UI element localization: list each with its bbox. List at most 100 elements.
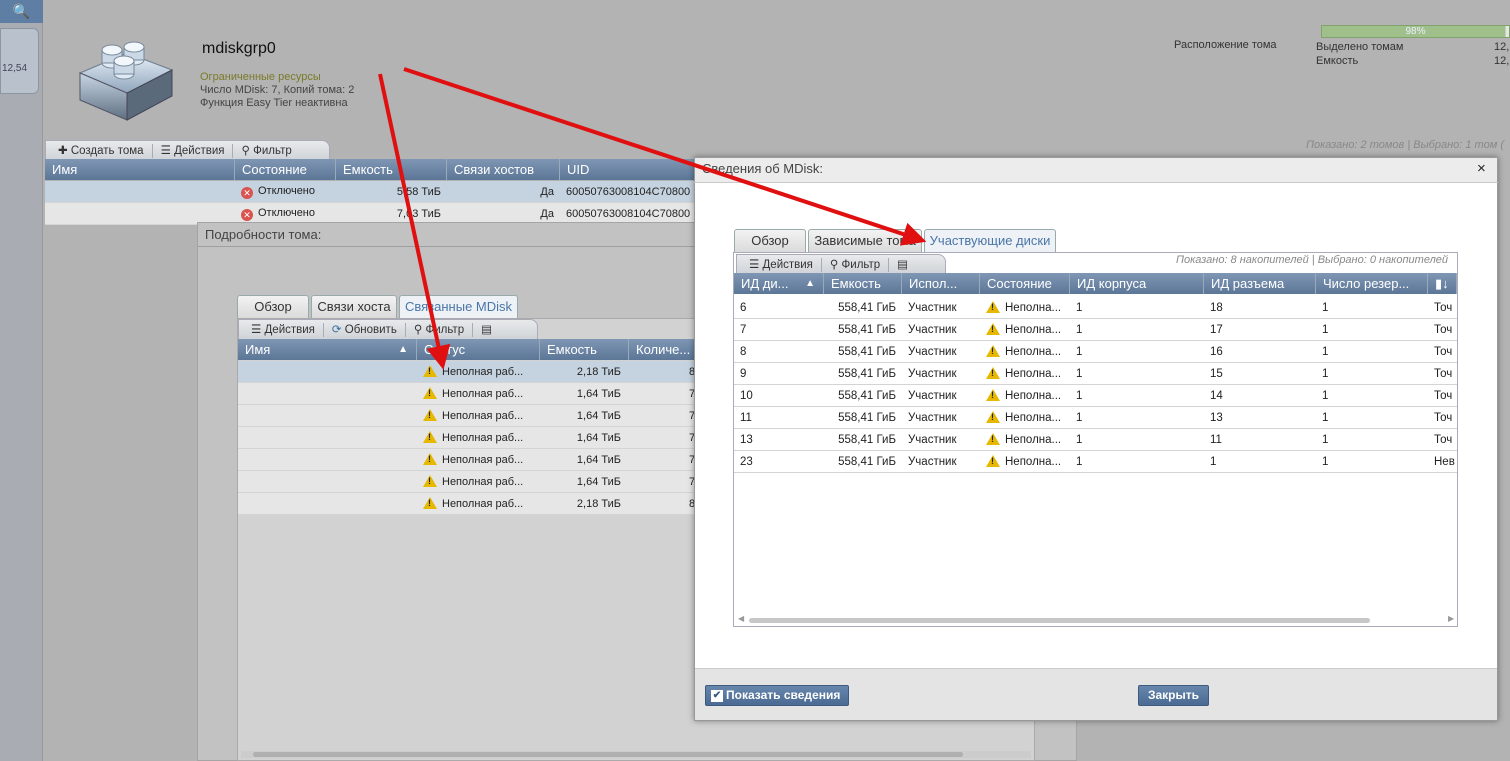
mdisk-status: Неполная раб...: [417, 497, 540, 510]
col-name[interactable]: Имя ▲: [238, 339, 417, 360]
warning-icon: [423, 409, 437, 421]
col-enclosure-id[interactable]: ИД корпуса: [1070, 273, 1204, 294]
drive-id: 9: [740, 367, 747, 380]
close-icon[interactable]: ×: [1477, 160, 1486, 177]
allocated-value: 12,: [1494, 41, 1510, 53]
column-chooser-icon[interactable]: ▮↓: [1428, 273, 1457, 294]
col-name[interactable]: Имя: [45, 159, 235, 180]
table-row[interactable]: Неполная раб... 1,64 ТиБ 77: [238, 427, 698, 449]
col-state[interactable]: Состояние: [235, 159, 336, 180]
error-icon: ✕: [241, 208, 253, 221]
table-row[interactable]: Неполная раб... 1,64 ТиБ 76: [238, 383, 698, 405]
actions-button[interactable]: ☰ Действия: [741, 257, 822, 272]
drive-id: 7: [740, 323, 747, 336]
refresh-icon: ⟳: [331, 323, 345, 336]
volume-capacity: 5,58 ТиБ: [396, 185, 441, 198]
mdisk-count: 75: [629, 454, 698, 466]
col-capacity[interactable]: Емкость: [824, 273, 902, 294]
mdisk-capacity: 1,64 ТиБ: [576, 453, 621, 466]
filter-button[interactable]: ⚲ Фильтр: [822, 257, 890, 272]
tab-host-mappings[interactable]: Связи хоста: [311, 295, 397, 319]
filter-button[interactable]: ⚲ Фильтр: [233, 144, 299, 158]
drive-capacity: 558,41 ГиБ: [838, 345, 896, 358]
tab-overview[interactable]: Обзор: [734, 229, 806, 253]
table-row[interactable]: 6 558,41 ГиБ Участник Неполна... 1 18 1 Точ: [734, 297, 1457, 319]
tab-member-drives[interactable]: Участвующие диски: [924, 229, 1056, 253]
tab-related-mdisks[interactable]: Связанные MDisk: [399, 295, 518, 319]
drive-state: Неполна...: [980, 367, 1070, 380]
pool-resources: Ограниченные ресурсы: [200, 71, 321, 83]
tab-overview[interactable]: Обзор: [237, 295, 309, 319]
warning-icon: [986, 367, 1000, 379]
table-row[interactable]: 8 558,41 ГиБ Участник Неполна... 1 16 1 Точ: [734, 341, 1457, 363]
table-row[interactable]: Неполная раб... 2,18 ТиБ 89: [238, 361, 698, 383]
drive-state: Неполна...: [980, 345, 1070, 358]
table-row[interactable]: 23 558,41 ГиБ Участник Неполна... 1 1 1 Нев: [734, 451, 1457, 473]
scrollbar-thumb[interactable]: [253, 752, 963, 757]
filter-button[interactable]: ⚲ Фильтр: [406, 322, 474, 337]
volumes-toolbar: ✚ Создать тома ☰ Действия ⚲ Фильтр: [45, 140, 330, 160]
storage-pool-icon: [78, 41, 174, 121]
scroll-left-icon[interactable]: ◀: [738, 614, 744, 623]
mdisk-count: 89: [629, 366, 698, 378]
mdisk-status: Неполная раб...: [417, 409, 540, 422]
col-capacity[interactable]: Емкость: [336, 159, 447, 180]
volumes-shown-count: Показано: 2 томов | Выбрано: 1 том (: [1306, 139, 1504, 151]
pool-name: mdiskgrp0: [202, 40, 276, 57]
capacity-label: Емкость: [1316, 55, 1359, 67]
actions-button[interactable]: ☰ Действия: [243, 322, 324, 337]
table-row[interactable]: 10 558,41 ГиБ Участник Неполна... 1 14 1 Точ: [734, 385, 1457, 407]
table-row[interactable]: Неполная раб... 2,18 ТиБ 83: [238, 493, 698, 515]
capacity-value: 12,: [1494, 55, 1510, 67]
scroll-right-icon[interactable]: ▶: [1448, 614, 1454, 623]
save-icon[interactable]: ▤: [473, 323, 500, 337]
show-details-button[interactable]: ✔ Показать сведения: [705, 685, 849, 706]
drive-extra: Точ: [1434, 345, 1453, 358]
drive-extra: Точ: [1434, 367, 1453, 380]
refresh-button[interactable]: ⟳ Обновить: [324, 322, 406, 337]
table-row[interactable]: ✕ Отключено 5,58 ТиБ Да 60050763008104C70…: [45, 181, 700, 203]
save-icon[interactable]: ▤: [889, 258, 916, 272]
col-capacity[interactable]: Емкость: [540, 339, 629, 360]
create-volumes-button[interactable]: ✚ Создать тома: [50, 143, 153, 158]
table-row[interactable]: 7 558,41 ГиБ Участник Неполна... 1 17 1 Точ: [734, 319, 1457, 341]
mdisk-capacity: 1,64 ТиБ: [576, 475, 621, 488]
mdisk-count: 76: [629, 476, 698, 488]
search-icon[interactable]: 🔍: [0, 0, 43, 23]
col-state[interactable]: Состояние: [980, 273, 1070, 294]
table-row[interactable]: 9 558,41 ГиБ Участник Неполна... 1 15 1 Точ: [734, 363, 1457, 385]
col-use[interactable]: Испол...: [902, 273, 980, 294]
mdisk-status: Неполная раб...: [417, 453, 540, 466]
table-row[interactable]: Неполная раб... 1,64 ТиБ 76: [238, 405, 698, 427]
table-row[interactable]: 11 558,41 ГиБ Участник Неполна... 1 13 1 Точ: [734, 407, 1457, 429]
table-row[interactable]: 13558,41 ГиБУчастникНеполна...1111Точ: [734, 429, 1457, 451]
col-host-mappings[interactable]: Связи хостов: [447, 159, 560, 180]
scrollbar-thumb[interactable]: [749, 618, 1370, 623]
col-drive-id[interactable]: ИД ди... ▲: [734, 273, 824, 294]
drive-slot: 15: [1210, 367, 1223, 380]
mdisk-status: Неполная раб...: [417, 365, 540, 378]
warning-icon: [986, 323, 1000, 335]
close-button[interactable]: Закрыть: [1138, 685, 1209, 706]
tab-dependent-volumes[interactable]: Зависимые тома: [808, 229, 922, 253]
left-strip: [0, 0, 43, 761]
drive-id: 11: [740, 411, 752, 424]
col-uid[interactable]: UID: [560, 159, 700, 180]
drive-enclosure: 1: [1076, 433, 1083, 446]
sort-asc-icon: ▲: [805, 278, 815, 289]
actions-button[interactable]: ☰ Действия: [153, 143, 234, 158]
drive-capacity: 558,41 ГиБ: [838, 433, 896, 446]
col-reserve-count[interactable]: Число резер...: [1316, 273, 1428, 294]
mdisk-count: 77: [629, 432, 698, 444]
table-row[interactable]: Неполная раб... 1,64 ТиБ 76: [238, 471, 698, 493]
left-capacity-card[interactable]: 12,54: [0, 28, 39, 94]
table-row[interactable]: Неполная раб... 1,64 ТиБ 75: [238, 449, 698, 471]
drive-state: Неполна...: [980, 389, 1070, 402]
col-count[interactable]: Количе...: [629, 339, 698, 360]
col-status[interactable]: Статус: [417, 339, 540, 360]
col-slot-id[interactable]: ИД разъема: [1204, 273, 1316, 294]
drive-enclosure: 1: [1076, 345, 1083, 358]
drive-reserve: 1: [1322, 301, 1329, 314]
drive-enclosure: 1: [1076, 301, 1083, 314]
drive-extra: Точ: [1434, 301, 1453, 314]
